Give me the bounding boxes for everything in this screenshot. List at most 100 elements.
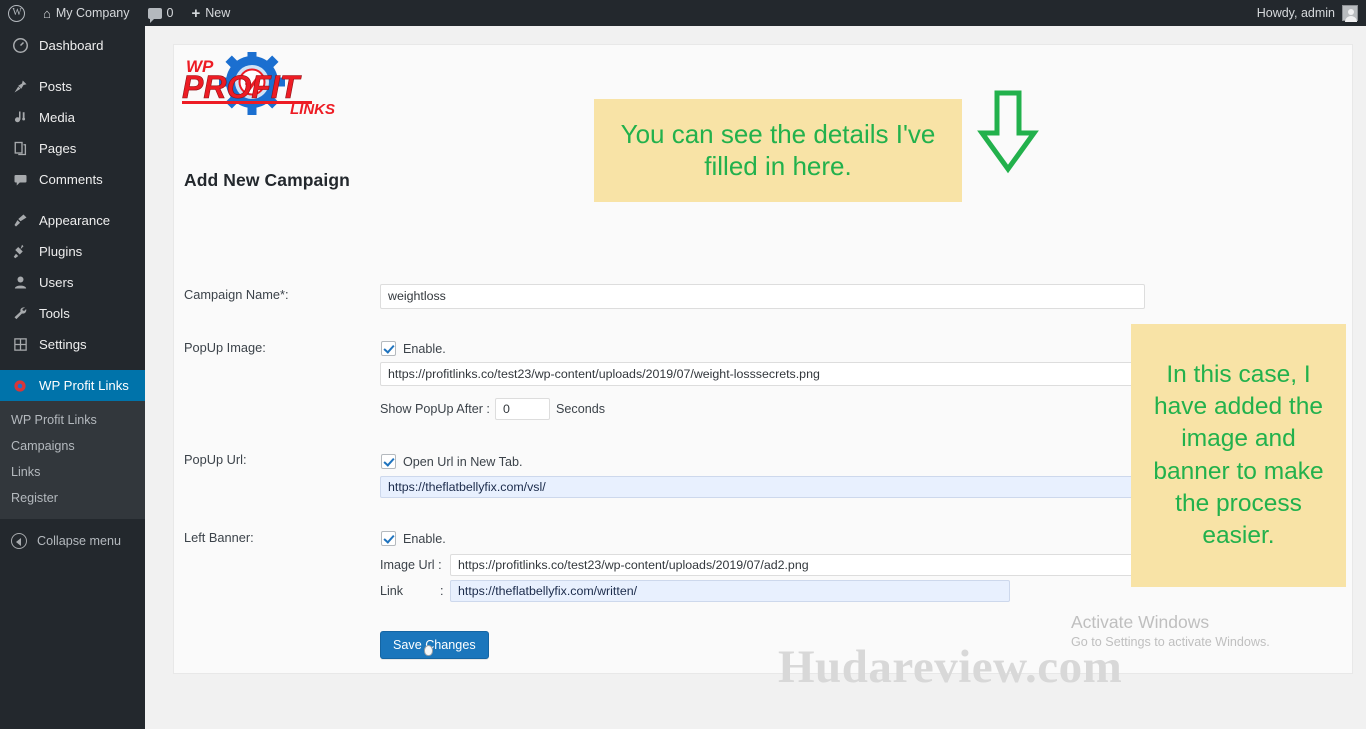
sidebar-item-dashboard[interactable]: Dashboard — [0, 30, 145, 61]
svg-text:PROFIT: PROFIT — [182, 69, 302, 105]
left-banner-link-input[interactable]: https://theflatbellyfix.com/written/ — [450, 580, 1010, 602]
account-menu[interactable]: Howdy, admin — [1256, 5, 1366, 22]
wordpress-logo-menu[interactable]: W — [0, 0, 34, 26]
wp-profit-links-logo: WP PROFIT LINKS — [180, 49, 355, 118]
sidebar-item-label: Posts — [39, 79, 72, 94]
sidebar-item-label: Pages — [39, 141, 77, 156]
popup-url-input[interactable]: https://theflatbellyfix.com/vsl/ — [380, 476, 1145, 498]
sidebar-item-pages[interactable]: Pages — [0, 133, 145, 164]
popup-url-newtab-label: Open Url in New Tab. — [403, 454, 523, 469]
submenu-item-links[interactable]: Links — [0, 459, 145, 485]
new-label: New — [205, 6, 231, 20]
sidebar-item-label: Settings — [39, 337, 87, 352]
checkbox-checked-icon — [381, 341, 396, 356]
menu-separator — [0, 195, 145, 205]
annotation-note-right: In this case, I have added the image and… — [1131, 324, 1346, 587]
pages-icon — [11, 141, 29, 156]
sidebar-item-settings[interactable]: Settings — [0, 329, 145, 360]
mouse-cursor — [424, 645, 433, 656]
save-changes-button[interactable]: Save Changes — [380, 631, 489, 659]
wrench-icon — [11, 306, 29, 321]
sidebar-item-wp-profit-links[interactable]: WP Profit Links — [0, 370, 145, 401]
annotation-note-top: You can see the details I've filled in h… — [594, 99, 962, 202]
sidebar-item-appearance[interactable]: Appearance — [0, 205, 145, 236]
left-banner-enable-checkbox[interactable]: Enable. — [381, 531, 446, 546]
site-name-menu[interactable]: ⌂ My Company — [34, 0, 139, 26]
popup-url-newtab-checkbox[interactable]: Open Url in New Tab. — [381, 454, 522, 469]
comment-bubble-icon — [147, 7, 162, 23]
popup-image-label: PopUp Image: — [184, 340, 266, 355]
sidebar-item-label: Media — [39, 110, 75, 125]
pin-icon — [11, 79, 29, 94]
sidebar-item-posts[interactable]: Posts — [0, 71, 145, 102]
sidebar-item-label: Plugins — [39, 244, 83, 259]
windows-activation-subtitle: Go to Settings to activate Windows. — [1071, 635, 1270, 649]
sidebar-item-label: Comments — [39, 172, 103, 187]
submenu-item-register[interactable]: Register — [0, 485, 145, 511]
popup-url-label: PopUp Url: — [184, 452, 247, 467]
sidebar-item-plugins[interactable]: Plugins — [0, 236, 145, 267]
sidebar-item-tools[interactable]: Tools — [0, 298, 145, 329]
howdy-label: Howdy, admin — [1256, 6, 1335, 20]
comments-menu[interactable]: 0 — [139, 0, 183, 26]
avatar — [1342, 5, 1358, 22]
sidebar-item-label: Appearance — [39, 213, 111, 228]
sidebar-item-label: WP Profit Links — [39, 378, 129, 393]
campaign-name-label: Campaign Name*: — [184, 287, 289, 302]
submenu-item-label: Links — [11, 465, 41, 479]
campaign-name-input[interactable]: weightloss — [380, 284, 1145, 309]
submenu-item-wp-profit-links[interactable]: WP Profit Links — [0, 407, 145, 433]
sidebar-submenu: WP Profit Links Campaigns Links Register — [0, 401, 145, 519]
sidebar-item-comments[interactable]: Comments — [0, 164, 145, 195]
windows-activation-title: Activate Windows — [1071, 612, 1210, 632]
submenu-item-label: WP Profit Links — [11, 413, 97, 427]
left-banner-image-url-input[interactable]: https://profitlinks.co/test23/wp-content… — [450, 554, 1145, 576]
submenu-item-label: Register — [11, 491, 58, 505]
sidebar-item-label: Tools — [39, 306, 70, 321]
popup-delay-unit-label: Seconds — [556, 402, 606, 416]
admin-sidebar: Dashboard Posts Media Pages Comments App… — [0, 26, 145, 729]
svg-text:LINKS: LINKS — [290, 101, 335, 118]
screen: W ⌂ My Company 0 + New Howdy, admin Dash… — [0, 0, 1366, 729]
popup-delay-input[interactable]: 0 — [495, 398, 550, 420]
plug-icon — [11, 244, 29, 259]
collapse-menu-button[interactable]: Collapse menu — [0, 525, 145, 557]
menu-separator — [0, 61, 145, 71]
user-icon — [11, 275, 29, 290]
profit-links-icon — [11, 379, 29, 393]
home-icon: ⌂ — [43, 5, 51, 21]
collapse-arrow-icon — [11, 533, 27, 549]
sidebar-item-users[interactable]: Users — [0, 267, 145, 298]
brush-icon — [11, 213, 29, 228]
comments-count: 0 — [166, 6, 174, 20]
left-banner-label: Left Banner: — [184, 530, 254, 545]
left-banner-enable-label: Enable. — [403, 531, 446, 546]
popup-delay-label: Show PopUp After : — [380, 402, 490, 416]
page-title: Add New Campaign — [184, 170, 350, 190]
checkbox-checked-icon — [381, 454, 396, 469]
media-icon — [11, 110, 29, 125]
popup-image-enable-checkbox[interactable]: Enable. — [381, 341, 446, 356]
sidebar-item-label: Dashboard — [39, 38, 104, 53]
menu-separator — [0, 360, 145, 370]
windows-activation-notice: Activate Windows Go to Settings to activ… — [1071, 612, 1270, 649]
collapse-menu-label: Collapse menu — [37, 534, 122, 548]
site-name-label: My Company — [55, 6, 130, 20]
new-content-menu[interactable]: + New — [182, 0, 239, 26]
down-arrow-icon — [977, 89, 1039, 175]
settings-icon — [11, 337, 29, 352]
plus-icon: + — [191, 4, 201, 22]
submenu-item-label: Campaigns — [11, 439, 75, 453]
left-banner-link-label: Link — [380, 584, 404, 598]
sidebar-item-label: Users — [39, 275, 74, 290]
wordpress-logo-icon: W — [8, 4, 25, 22]
submenu-item-campaigns[interactable]: Campaigns — [0, 433, 145, 459]
checkbox-checked-icon — [381, 531, 396, 546]
comment-icon — [11, 172, 29, 187]
left-banner-link-colon: : — [440, 584, 444, 598]
left-banner-image-url-label: Image Url : — [380, 558, 442, 572]
sidebar-item-media[interactable]: Media — [0, 102, 145, 133]
popup-image-enable-label: Enable. — [403, 341, 446, 356]
admin-bar: W ⌂ My Company 0 + New Howdy, admin — [0, 0, 1366, 26]
popup-image-url-input[interactable]: https://profitlinks.co/test23/wp-content… — [380, 362, 1145, 386]
